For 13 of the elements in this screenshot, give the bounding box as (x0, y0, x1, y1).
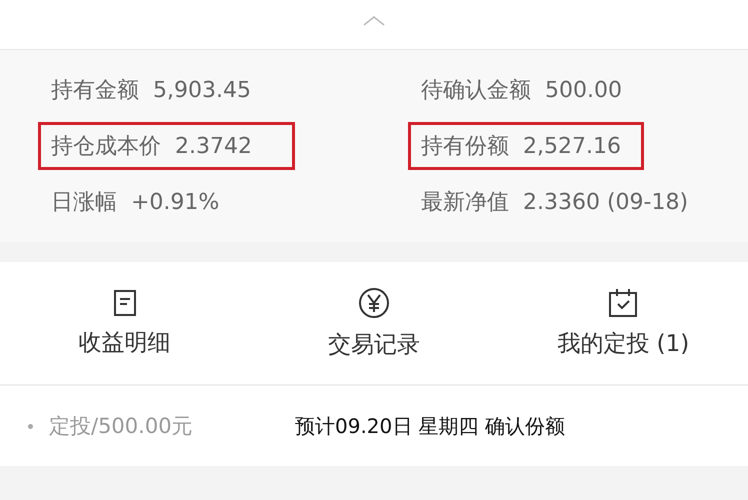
collapse-icon[interactable] (363, 16, 385, 26)
stat-item: 最新净值 2.3360 (09-18) (420, 189, 690, 217)
stat-item: 持有金额 5,903.45 (50, 77, 252, 105)
stat-item: 待确认金额 500.00 (420, 77, 623, 105)
plan-amount: 定投/500.00元 (49, 413, 194, 440)
stat-item: 日涨幅 +0.91% (50, 189, 220, 217)
yuan-icon (358, 286, 390, 318)
plan-note: 预计09.20日 星期四 确认份额 (295, 412, 565, 440)
stat-item: 持仓成本价 2.3742 (38, 122, 295, 170)
stat-item: 持有份额 2,527.16 (408, 122, 644, 170)
calendar-icon (608, 288, 638, 318)
bullet-icon (28, 424, 33, 428)
document-icon (112, 288, 137, 316)
